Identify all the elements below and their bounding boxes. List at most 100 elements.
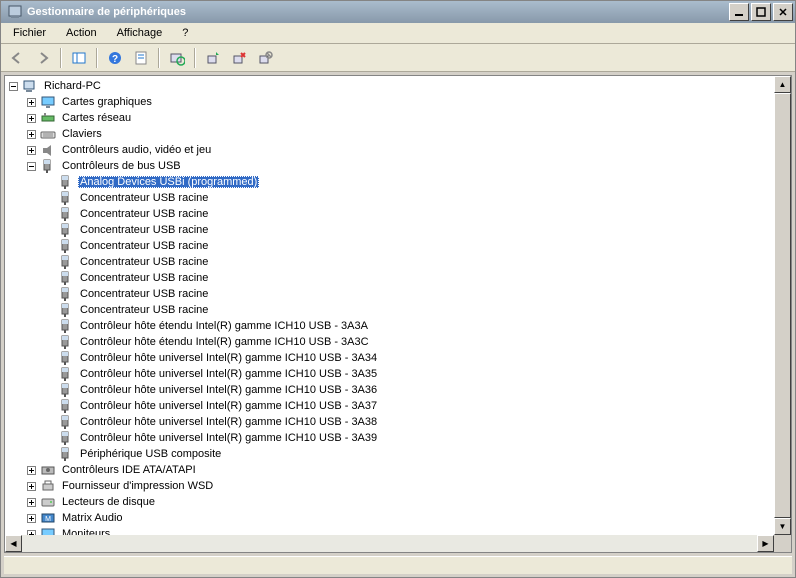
- tree-node[interactable]: Contrôleur hôte étendu Intel(R) gamme IC…: [5, 334, 774, 350]
- scan-hardware-button[interactable]: [165, 47, 189, 69]
- tree-node-label: Cartes réseau: [60, 112, 133, 124]
- tree-connector: [45, 274, 54, 283]
- expand-icon[interactable]: [27, 466, 36, 475]
- separator: [194, 48, 196, 68]
- tree-node[interactable]: Concentrateur USB racine: [5, 286, 774, 302]
- tree-node[interactable]: Cartes graphiques: [5, 94, 774, 110]
- tree-node[interactable]: Concentrateur USB racine: [5, 302, 774, 318]
- tree-connector: [45, 258, 54, 267]
- tree-node[interactable]: Lecteurs de disque: [5, 494, 774, 510]
- scroll-left-button[interactable]: ◀: [5, 535, 22, 552]
- titlebar: Gestionnaire de périphériques: [1, 1, 795, 23]
- tree-connector: [45, 386, 54, 395]
- tree-node[interactable]: Fournisseur d'impression WSD: [5, 478, 774, 494]
- network-icon: [40, 110, 56, 126]
- maximize-button[interactable]: [751, 3, 771, 21]
- show-hide-tree-button[interactable]: [67, 47, 91, 69]
- tree-node[interactable]: Analog Devices USBi (programmed): [5, 174, 774, 190]
- tree-node[interactable]: Contrôleur hôte universel Intel(R) gamme…: [5, 414, 774, 430]
- forward-button[interactable]: [31, 47, 55, 69]
- usb-icon: [58, 286, 74, 302]
- tree-node[interactable]: Concentrateur USB racine: [5, 254, 774, 270]
- tree-node-label: Contrôleur hôte universel Intel(R) gamme…: [78, 416, 379, 428]
- tree-node[interactable]: Cartes réseau: [5, 110, 774, 126]
- tree-connector: [45, 434, 54, 443]
- tree-connector: [45, 210, 54, 219]
- usb-icon: [58, 190, 74, 206]
- tree-node[interactable]: Contrôleurs IDE ATA/ATAPI: [5, 462, 774, 478]
- collapse-icon[interactable]: [27, 162, 36, 171]
- disable-button[interactable]: [253, 47, 277, 69]
- usb-icon: [58, 430, 74, 446]
- tree-node[interactable]: Contrôleur hôte étendu Intel(R) gamme IC…: [5, 318, 774, 334]
- tree-node-label: Lecteurs de disque: [60, 496, 157, 508]
- menu-view[interactable]: Affichage: [109, 25, 171, 41]
- printer-icon: [40, 478, 56, 494]
- expand-icon[interactable]: [27, 514, 36, 523]
- tree-node[interactable]: MMatrix Audio: [5, 510, 774, 526]
- expand-icon[interactable]: [27, 498, 36, 507]
- tree-node[interactable]: Concentrateur USB racine: [5, 222, 774, 238]
- usb-icon: [58, 366, 74, 382]
- tree-node-label: Concentrateur USB racine: [78, 224, 210, 236]
- expand-icon[interactable]: [27, 482, 36, 491]
- tree-node[interactable]: Concentrateur USB racine: [5, 270, 774, 286]
- minimize-button[interactable]: [729, 3, 749, 21]
- tree-node[interactable]: Contrôleurs de bus USB: [5, 158, 774, 174]
- menu-action[interactable]: Action: [58, 25, 105, 41]
- properties-button[interactable]: [129, 47, 153, 69]
- close-button[interactable]: [773, 3, 793, 21]
- tree-node[interactable]: Concentrateur USB racine: [5, 238, 774, 254]
- vertical-scrollbar[interactable]: ▲ ▼: [774, 76, 791, 535]
- tree-connector: [45, 322, 54, 331]
- help-button[interactable]: ?: [103, 47, 127, 69]
- expand-icon[interactable]: [27, 98, 36, 107]
- expand-icon[interactable]: [27, 114, 36, 123]
- tree-node[interactable]: Contrôleur hôte universel Intel(R) gamme…: [5, 350, 774, 366]
- usb-icon: [58, 334, 74, 350]
- svg-text:M: M: [45, 516, 51, 523]
- collapse-icon[interactable]: [9, 82, 18, 91]
- scroll-right-button[interactable]: ▶: [757, 535, 774, 552]
- tree-node[interactable]: Périphérique USB composite: [5, 446, 774, 462]
- tree-node[interactable]: Contrôleur hôte universel Intel(R) gamme…: [5, 382, 774, 398]
- tree-node[interactable]: Contrôleurs audio, vidéo et jeu: [5, 142, 774, 158]
- tree-node-label: Concentrateur USB racine: [78, 240, 210, 252]
- separator: [60, 48, 62, 68]
- tree-node[interactable]: Moniteurs: [5, 526, 774, 535]
- usb-icon: [58, 238, 74, 254]
- tree-node[interactable]: Richard-PC: [5, 78, 774, 94]
- menu-help[interactable]: ?: [174, 25, 196, 41]
- tree-node[interactable]: Concentrateur USB racine: [5, 190, 774, 206]
- tree-node-label: Contrôleur hôte universel Intel(R) gamme…: [78, 384, 379, 396]
- tree-connector: [45, 242, 54, 251]
- tree-node-label: Contrôleurs audio, vidéo et jeu: [60, 144, 213, 156]
- tree-node-label: Claviers: [60, 128, 104, 140]
- separator: [158, 48, 160, 68]
- tree-node[interactable]: Contrôleur hôte universel Intel(R) gamme…: [5, 430, 774, 446]
- update-driver-button[interactable]: [201, 47, 225, 69]
- app-icon: [7, 4, 23, 20]
- tree-node[interactable]: Contrôleur hôte universel Intel(R) gamme…: [5, 398, 774, 414]
- scroll-down-button[interactable]: ▼: [774, 518, 791, 535]
- horizontal-scrollbar[interactable]: ◀ ▶: [5, 535, 774, 552]
- device-tree[interactable]: Richard-PCCartes graphiques Cartes réseau…: [5, 76, 774, 535]
- expand-icon[interactable]: [27, 130, 36, 139]
- tree-node[interactable]: Concentrateur USB racine: [5, 206, 774, 222]
- usb-icon: [58, 382, 74, 398]
- tree-node[interactable]: Claviers: [5, 126, 774, 142]
- tree-node-label: Concentrateur USB racine: [78, 288, 210, 300]
- menu-file[interactable]: Fichier: [5, 25, 54, 41]
- usb-icon: [58, 206, 74, 222]
- tree-node[interactable]: Contrôleur hôte universel Intel(R) gamme…: [5, 366, 774, 382]
- window-buttons: [729, 3, 793, 21]
- tree-connector: [45, 290, 54, 299]
- usb-icon: [58, 318, 74, 334]
- scroll-thumb[interactable]: [774, 93, 791, 518]
- usb-icon: [58, 398, 74, 414]
- back-button[interactable]: [5, 47, 29, 69]
- uninstall-button[interactable]: [227, 47, 251, 69]
- expand-icon[interactable]: [27, 146, 36, 155]
- tree-connector: [45, 354, 54, 363]
- scroll-up-button[interactable]: ▲: [774, 76, 791, 93]
